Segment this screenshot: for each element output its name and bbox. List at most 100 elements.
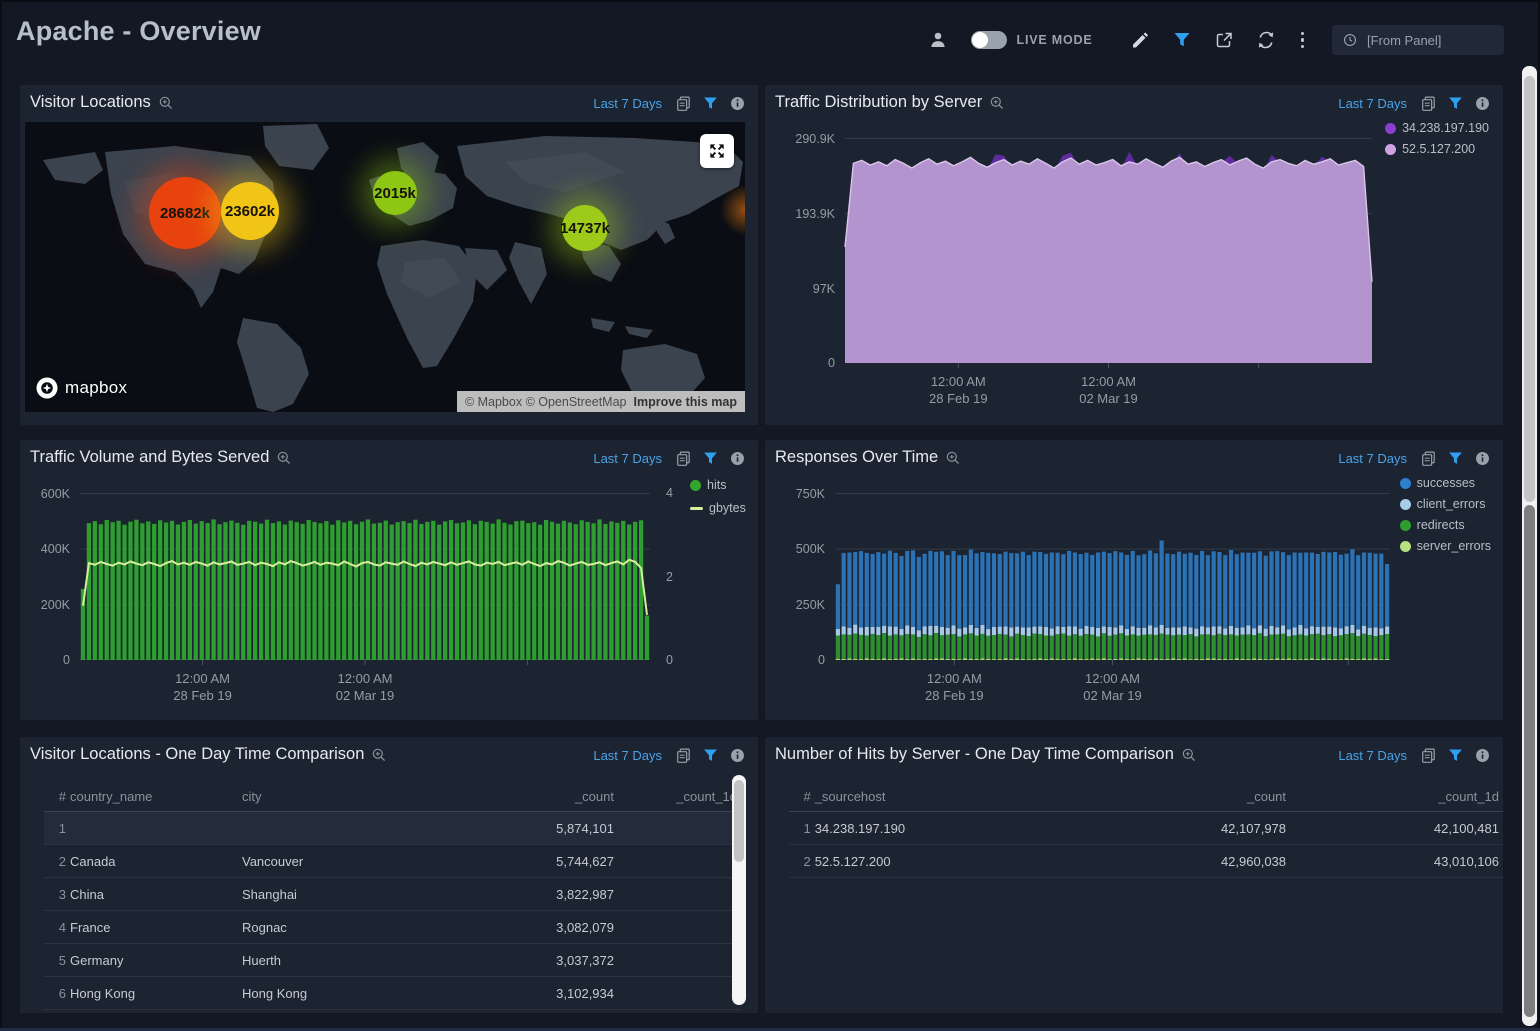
table-cell — [242, 812, 484, 845]
table-cell: 5 — [44, 944, 70, 977]
legend-item[interactable]: client_errors — [1400, 497, 1491, 511]
zoom-in-icon[interactable] — [371, 747, 387, 763]
column-header[interactable]: country_name — [70, 781, 242, 812]
live-mode-toggle[interactable] — [971, 31, 1007, 49]
info-icon[interactable] — [729, 450, 746, 467]
table-scrollbar-track[interactable] — [732, 775, 746, 1005]
share-icon[interactable] — [1214, 30, 1234, 50]
column-header[interactable]: # — [44, 781, 70, 812]
info-icon[interactable] — [729, 95, 746, 112]
time-range-label[interactable]: Last 7 Days — [593, 96, 662, 111]
zoom-in-icon[interactable] — [989, 95, 1005, 111]
page-scrollbar-thumb-upper[interactable] — [1524, 76, 1535, 502]
time-range-label[interactable]: Last 7 Days — [1338, 451, 1407, 466]
table-cell: China — [70, 878, 242, 911]
dashboard-root: { "header": { "title": "Apache - Overvie… — [0, 0, 1540, 1031]
page-title: Apache - Overview — [16, 16, 261, 47]
time-range-label[interactable]: Last 7 Days — [593, 451, 662, 466]
y-axis-label: 600K — [28, 486, 70, 502]
table-cell: Germany — [70, 944, 242, 977]
x-axis-label: 12:00 AM28 Feb 19 — [133, 670, 273, 704]
time-range-label[interactable]: Last 7 Days — [1338, 748, 1407, 763]
column-header[interactable]: _count — [1164, 781, 1290, 812]
user-icon[interactable] — [928, 30, 948, 50]
time-range-label[interactable]: Last 7 Days — [1338, 96, 1407, 111]
copy-icon[interactable] — [1420, 450, 1437, 467]
refresh-icon[interactable] — [1256, 30, 1276, 50]
edit-pencil-icon[interactable] — [1130, 30, 1150, 50]
legend-swatch — [1400, 541, 1411, 552]
mapbox-logo[interactable]: mapbox — [35, 376, 127, 400]
world-map[interactable]: 28682k 23602k 2015k 14737k mapbox © Mapb… — [25, 122, 745, 412]
column-header[interactable]: # — [789, 781, 815, 812]
filter-icon[interactable] — [1447, 95, 1464, 112]
table-header-row: #_sourcehost_count_count_1d — [789, 781, 1503, 812]
legend-item[interactable]: 52.5.127.200 — [1385, 142, 1489, 156]
responses_over_time-plot[interactable] — [835, 493, 1390, 666]
map-bubble[interactable]: 14737k — [562, 205, 608, 251]
info-icon[interactable] — [1474, 450, 1491, 467]
traffic_distribution-plot[interactable] — [845, 138, 1372, 369]
filter-icon[interactable] — [702, 95, 719, 112]
table-cell — [618, 845, 741, 878]
copy-icon[interactable] — [675, 450, 692, 467]
legend-swatch — [690, 480, 701, 491]
filter-icon[interactable] — [1172, 30, 1192, 50]
zoom-in-icon[interactable] — [276, 450, 292, 466]
filter-icon[interactable] — [1447, 450, 1464, 467]
zoom-in-icon[interactable] — [945, 450, 961, 466]
column-header[interactable]: _count_1d — [618, 781, 741, 812]
map-bubble[interactable]: 23602k — [221, 182, 279, 240]
info-icon[interactable] — [1474, 95, 1491, 112]
legend-swatch — [690, 507, 703, 510]
legend-item[interactable]: gbytes — [690, 501, 746, 515]
improve-map-link[interactable]: Improve this map — [634, 395, 738, 409]
zoom-in-icon[interactable] — [158, 95, 174, 111]
zoom-in-icon[interactable] — [1181, 747, 1197, 763]
table-cell — [618, 878, 741, 911]
legend-swatch — [1385, 123, 1396, 134]
table-cell: 42,107,978 — [1164, 812, 1290, 845]
map-expand-button[interactable] — [700, 134, 734, 168]
copy-icon[interactable] — [675, 95, 692, 112]
copy-icon[interactable] — [1420, 747, 1437, 764]
legend-item[interactable]: 34.238.197.190 — [1385, 121, 1489, 135]
traffic_volume-plot[interactable] — [80, 493, 650, 666]
filter-icon[interactable] — [702, 747, 719, 764]
column-header[interactable]: _count — [484, 781, 618, 812]
time-range-label[interactable]: Last 7 Days — [593, 748, 662, 763]
panel-title: Number of Hits by Server - One Day Time … — [775, 745, 1174, 764]
legend-item[interactable]: successes — [1400, 476, 1491, 490]
info-icon[interactable] — [1474, 747, 1491, 764]
map-bubble[interactable]: 28682k — [149, 177, 221, 249]
table-cell: 6 — [44, 977, 70, 1010]
responses-chart[interactable]: 0250K500K750K12:00 AM28 Feb 1912:00 AM02… — [775, 493, 1435, 708]
copy-icon[interactable] — [675, 747, 692, 764]
table-row: 2CanadaVancouver5,744,627 — [44, 845, 741, 878]
filter-icon[interactable] — [702, 450, 719, 467]
column-header[interactable]: _sourcehost — [815, 781, 1165, 812]
column-header[interactable]: city — [242, 781, 484, 812]
map-attribution: © Mapbox © OpenStreetMap Improve this ma… — [457, 391, 745, 412]
y-axis-label: 500K — [775, 541, 825, 557]
table-row: 15,874,101 — [44, 812, 741, 845]
more-options-icon[interactable] — [1301, 32, 1305, 49]
table-cell: France — [70, 911, 242, 944]
table-cell: Vancouver — [242, 845, 484, 878]
info-icon[interactable] — [729, 747, 746, 764]
legend-item[interactable]: hits — [690, 478, 746, 492]
legend-item[interactable]: redirects — [1400, 518, 1491, 532]
map-bubble[interactable]: 2015k — [373, 171, 417, 215]
filter-icon[interactable] — [1447, 747, 1464, 764]
traffic-volume-chart[interactable]: 0024200K400K600K12:00 AM28 Feb 1912:00 A… — [28, 493, 728, 708]
page-scrollbar-thumb-lower[interactable] — [1524, 505, 1535, 1017]
y-axis-label: 250K — [775, 597, 825, 613]
table-header-row: #country_namecity_count_count_1d — [44, 781, 741, 812]
table-scrollbar-thumb[interactable] — [734, 780, 744, 862]
table-cell — [70, 812, 242, 845]
legend-item[interactable]: server_errors — [1400, 539, 1491, 553]
copy-icon[interactable] — [1420, 95, 1437, 112]
time-range-input[interactable]: [From Panel] — [1332, 25, 1504, 55]
traffic-distribution-chart[interactable]: 097K193.9K290.9K12:00 AM28 Feb 1912:00 A… — [783, 138, 1423, 413]
column-header[interactable]: _count_1d — [1290, 781, 1503, 812]
